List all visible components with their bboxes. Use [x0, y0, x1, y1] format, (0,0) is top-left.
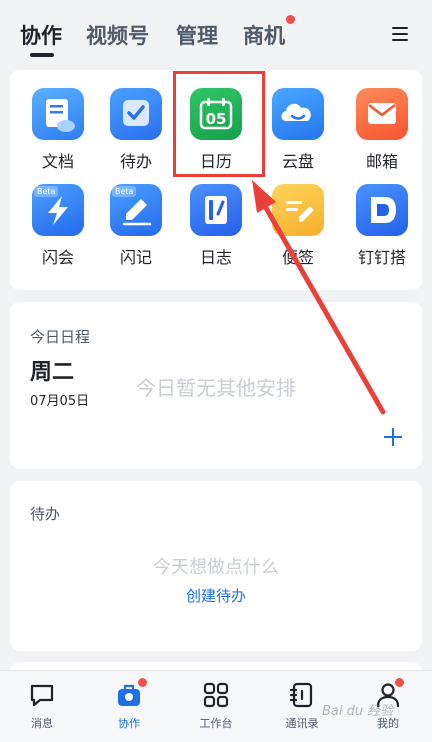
app-label: 文档 [41, 152, 74, 171]
app-flash-meeting[interactable]: Beta 闪会 [18, 184, 98, 268]
app-dingtalk-builder[interactable]: 钉钉搭 [342, 184, 422, 268]
schedule-title: 今日日程 [30, 328, 91, 346]
create-todo-link[interactable]: 创建待办 [10, 585, 422, 606]
app-label: 邮箱 [365, 152, 398, 171]
app-label: 钉钉搭 [357, 248, 406, 267]
active-tab-indicator [30, 53, 54, 57]
top-nav: 协作 视频号 管理 商机 [0, 0, 432, 62]
watermark: Bai du 经验 [322, 704, 394, 719]
app-label: 日志 [199, 248, 232, 267]
app-label: 待办 [119, 152, 152, 171]
app-todo[interactable]: 待办 [96, 88, 176, 172]
app-docs[interactable]: 文档 [18, 88, 98, 172]
nav-messages[interactable]: 消息 [2, 681, 82, 731]
contacts-icon [288, 681, 316, 709]
add-schedule-button[interactable] [382, 426, 404, 448]
tab-collab[interactable]: 协作 [20, 20, 62, 50]
badge-dot [395, 678, 404, 687]
workbench-grid-icon [202, 681, 230, 709]
badge-dot [138, 678, 147, 687]
nav-label: 消息 [31, 717, 53, 730]
nav-collab[interactable]: 协作 [89, 678, 169, 731]
sticky-note-icon [272, 184, 324, 236]
annotation-highlight-box [173, 71, 265, 177]
app-label: 云盘 [281, 152, 314, 171]
nav-label: 协作 [118, 717, 140, 730]
app-flash-note[interactable]: Beta 闪记 [96, 184, 176, 268]
schedule-card[interactable]: 今日日程 周二 07月05日 今日暂无其他安排 [10, 302, 422, 469]
app-label: 闪会 [41, 248, 74, 267]
app-sticky-note[interactable]: 便签 [258, 184, 338, 268]
app-mail[interactable]: 邮箱 [342, 88, 422, 172]
app-cloud-drive[interactable]: 云盘 [258, 88, 338, 172]
mail-icon [356, 88, 408, 140]
collab-bag-icon [115, 678, 147, 709]
menu-icon[interactable] [390, 25, 410, 43]
todo-check-icon [110, 88, 162, 140]
app-label: 便签 [281, 248, 314, 267]
badge-dot [286, 15, 295, 24]
todo-title: 待办 [30, 505, 61, 523]
nav-workbench[interactable]: 工作台 [176, 681, 256, 731]
message-icon [28, 681, 56, 709]
beta-badge: Beta [112, 186, 137, 197]
tab-manage[interactable]: 管理 [176, 20, 218, 50]
app-log[interactable]: 日志 [176, 184, 256, 268]
flash-note-icon: Beta [110, 184, 162, 236]
document-icon [32, 88, 84, 140]
beta-badge: Beta [34, 186, 59, 197]
flash-meeting-icon: Beta [32, 184, 84, 236]
app-label: 闪记 [119, 248, 152, 267]
todo-empty-text: 今天想做点什么 [153, 557, 279, 578]
nav-label: 工作台 [199, 717, 233, 730]
dingtalk-builder-icon [356, 184, 408, 236]
todo-card[interactable]: 待办 今天想做点什么 创建待办 [10, 481, 422, 651]
tab-business[interactable]: 商机 [243, 20, 285, 50]
log-book-icon [190, 184, 242, 236]
schedule-empty-text: 今日暂无其他安排 [136, 376, 296, 400]
cloud-drive-icon [272, 88, 324, 140]
tab-channels[interactable]: 视频号 [86, 20, 149, 50]
